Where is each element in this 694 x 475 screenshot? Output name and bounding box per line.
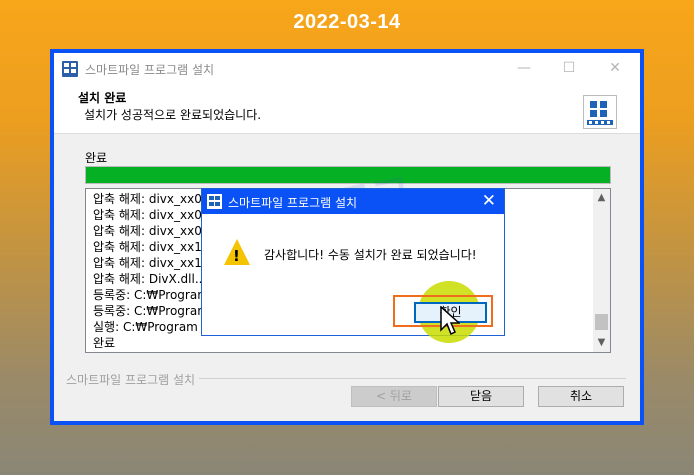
- cancel-button[interactable]: 취소: [538, 386, 624, 407]
- log-line: 등록중: C:₩Program: [93, 304, 209, 318]
- dialog-title: 스마트파일 프로그램 설치: [228, 196, 358, 210]
- dialog-close-icon[interactable]: ✕: [482, 191, 496, 211]
- log-scrollbar[interactable]: ▲ ▼: [593, 189, 610, 352]
- log-line: 등록중: C:₩Program: [93, 288, 209, 302]
- log-line: 압축 해제: divx_xx0: [93, 208, 202, 222]
- title-bar: 스마트파일 프로그램 설치 — ☐ ✕: [54, 53, 640, 83]
- scroll-thumb[interactable]: [595, 314, 608, 330]
- warning-mark: !: [233, 247, 240, 265]
- scroll-up-icon[interactable]: ▲: [593, 192, 610, 203]
- header-title: 설치 완료: [78, 91, 127, 105]
- installer-logo-icon: [583, 95, 617, 129]
- log-line: 압축 해제: divx_xx1: [93, 256, 202, 270]
- dialog-message: 감사합니다! 수동 설치가 완료 되었습니다!: [264, 248, 477, 262]
- status-label: 완료: [85, 151, 108, 165]
- back-button[interactable]: < 뒤로: [351, 386, 437, 407]
- log-line: 압축 해제: DivX.dll...: [93, 272, 207, 286]
- installer-header: 설치 완료 설치가 성공적으로 완료되었습니다.: [54, 83, 640, 134]
- log-line: 압축 해제: divx_xx0: [93, 224, 202, 238]
- group-label: 스마트파일 프로그램 설치: [66, 371, 200, 388]
- dialog-app-icon: [207, 194, 222, 209]
- log-line: 완료: [93, 336, 116, 350]
- mouse-cursor-icon: [440, 306, 460, 336]
- dialog-title-bar: 스마트파일 프로그램 설치 ✕: [202, 189, 504, 214]
- close-button[interactable]: 닫음: [438, 386, 524, 407]
- progress-fill: [86, 167, 610, 183]
- scroll-down-icon[interactable]: ▼: [593, 337, 610, 348]
- log-line: 실행: C:₩Program: [93, 320, 198, 334]
- maximize-button[interactable]: ☐: [554, 57, 584, 79]
- log-line: 압축 해제: divx_xx0: [93, 192, 202, 206]
- header-subtitle: 설치가 성공적으로 완료되었습니다.: [84, 108, 262, 122]
- close-window-button[interactable]: ✕: [600, 57, 630, 79]
- log-line: 압축 해제: divx_xx1: [93, 240, 202, 254]
- date-banner: 2022-03-14: [293, 11, 401, 33]
- minimize-button[interactable]: —: [509, 57, 539, 79]
- app-icon: [62, 61, 78, 77]
- progress-bar: [85, 166, 611, 184]
- window-title: 스마트파일 프로그램 설치: [85, 63, 215, 77]
